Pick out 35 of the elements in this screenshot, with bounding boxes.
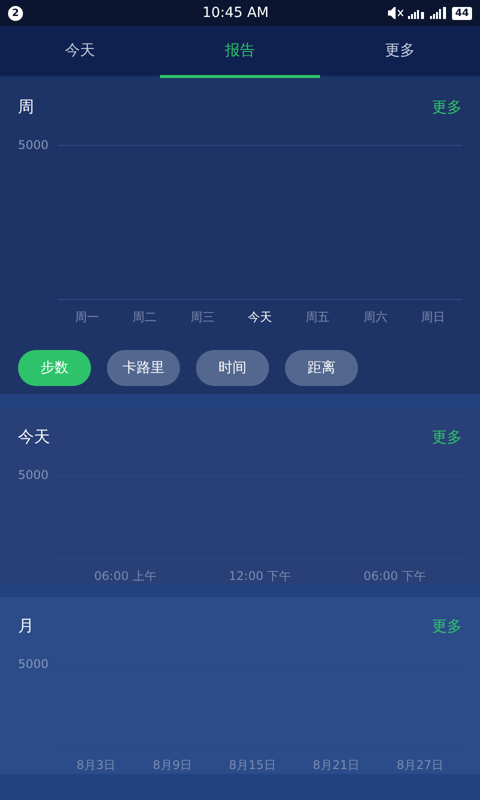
axis-label: 8月9日: [152, 757, 192, 774]
axis-label: 5000: [18, 467, 50, 484]
axis-label: 5000: [18, 656, 50, 673]
more-link[interactable]: 更多: [432, 614, 462, 638]
section-title: 周: [18, 96, 34, 118]
filter-chip[interactable]: 时间: [196, 350, 269, 386]
signal-icon: [408, 7, 426, 19]
signal-icon: [430, 7, 448, 19]
axis-label: 06:00 下午: [363, 568, 426, 585]
tab[interactable]: 更多: [320, 26, 480, 78]
axis-label: 周六: [363, 309, 388, 326]
axis-label: 5000: [18, 137, 50, 154]
status-time: 10:45 AM: [201, 4, 270, 22]
axis-label: 8月3日: [76, 757, 116, 774]
mute-icon: [388, 7, 404, 19]
more-link[interactable]: 更多: [432, 426, 462, 448]
filter-chip[interactable]: 卡路里: [107, 350, 180, 386]
more-link[interactable]: 更多: [432, 96, 462, 118]
section-title: 月: [18, 615, 34, 637]
section-title: 今天: [18, 426, 50, 448]
axis-label: 12:00 下午: [228, 568, 292, 585]
notification-count: 2: [8, 6, 23, 20]
axis-label: 8月15日: [228, 757, 276, 774]
axis-label: 8月27日: [396, 757, 444, 774]
axis-label: 周五: [306, 309, 330, 326]
filter-chip[interactable]: 距离: [285, 350, 358, 386]
battery-level: 44: [452, 6, 472, 20]
axis-label: 8月21日: [312, 757, 360, 774]
axis-label: 周一: [74, 309, 99, 326]
axis-label: 06:00 上午: [94, 568, 157, 585]
tab[interactable]: 今天: [0, 26, 160, 78]
axis-label: 周三: [190, 309, 214, 326]
axis-label: 周二: [132, 309, 157, 326]
axis-label: 今天: [248, 309, 272, 326]
axis-label: 周日: [421, 309, 446, 326]
